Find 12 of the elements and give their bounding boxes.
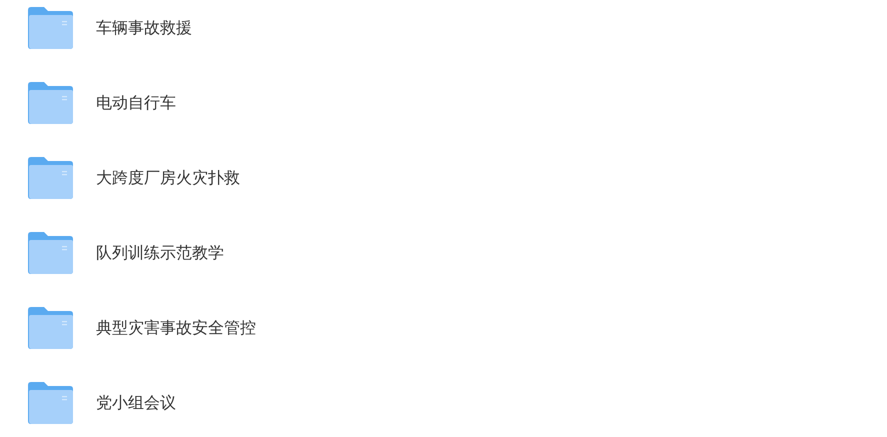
folder-name[interactable]: 电动自行车 [96,92,176,114]
folder-name[interactable]: 车辆事故救援 [96,18,192,38]
folder-icon[interactable] [28,82,74,124]
folder-icon[interactable] [28,307,74,349]
folder-icon[interactable] [28,7,74,49]
folder-name[interactable]: 队列训练示范教学 [96,242,224,264]
folder-icon[interactable] [28,157,74,199]
folder-name[interactable]: 大跨度厂房火灾扑救 [96,168,240,188]
folder-icon[interactable] [28,382,74,424]
folder-name[interactable]: 典型灾害事故安全管控 [96,318,256,338]
folder-icon[interactable] [28,232,74,274]
folder-name[interactable]: 党小组会议 [96,392,176,414]
